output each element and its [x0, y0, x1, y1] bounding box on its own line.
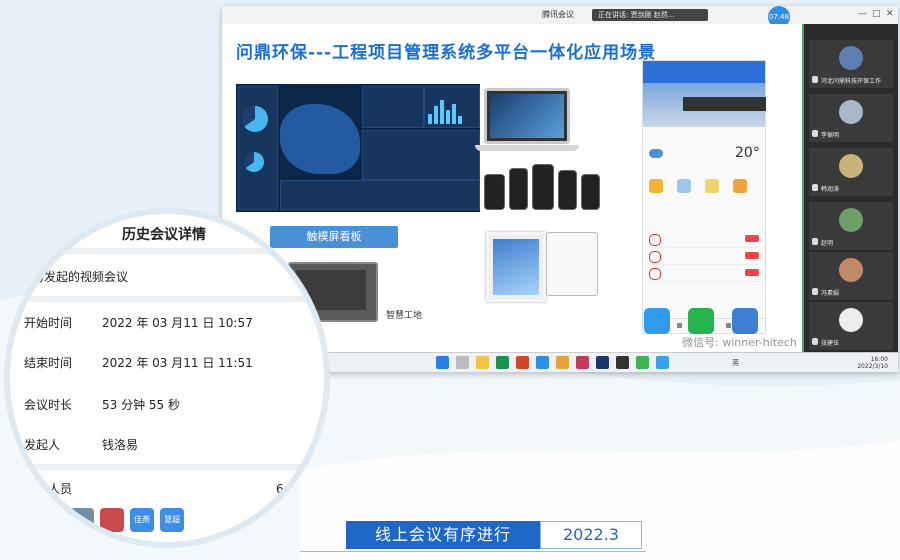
excel-icon[interactable]: [496, 356, 509, 369]
wechat-icon: [688, 308, 714, 334]
browser-icon[interactable]: [536, 356, 549, 369]
cloud-icon: [649, 149, 663, 158]
powerpoint-icon[interactable]: [516, 356, 529, 369]
mobile-speaking-tip: [683, 97, 766, 111]
meeting-window: 腾讯会议 正在讲话: 贾剑刚 赵然... 07:48 — □ ✕ 问鼎环保---…: [222, 6, 898, 372]
participant-tile[interactable]: 张建伍: [809, 302, 893, 350]
attendee-avatars: 佳燕 慧超: [40, 508, 184, 532]
start-time-row: 开始时间 2022 年 03 月11 日 10:57: [24, 316, 253, 330]
folder-icon[interactable]: [476, 356, 489, 369]
meeting-subject: 易发起的视频会议: [32, 270, 129, 284]
caption-text: 线上会议有序进行: [346, 521, 540, 549]
chrome-icon[interactable]: [556, 356, 569, 369]
feishu-icon: [644, 308, 670, 334]
taskbar-icons: [436, 356, 669, 369]
maximize-icon[interactable]: □: [872, 9, 881, 19]
china-map: [280, 104, 360, 174]
participant-panel: 河北问鼎科技环保工作 李振明 韩润涛 赵明 冯素娟 张建伍: [804, 24, 898, 352]
participant-tile[interactable]: 河北问鼎科技环保工作: [809, 40, 893, 88]
tablet-image: [472, 230, 602, 302]
app-icon[interactable]: [616, 356, 629, 369]
caption-year: 2022.3: [540, 521, 642, 549]
caption-underline: [300, 551, 646, 552]
app-icon[interactable]: [576, 356, 589, 369]
history-meeting-zoom: 历史会议详情 易发起的视频会议 开始时间 2022 年 03 月11 日 10:5…: [4, 208, 330, 548]
slide-title: 问鼎环保---工程项目管理系统多平台一体化应用场景: [236, 43, 657, 63]
avatar[interactable]: 慧超: [160, 508, 184, 532]
dashboard-screenshot: [236, 84, 480, 212]
organizer-row: 发起人 钱洛易: [24, 438, 139, 452]
touch-screen-button[interactable]: 触模屏看板: [270, 226, 398, 248]
wechat-watermark: 微信号: winner-hitech: [682, 336, 797, 349]
avatar[interactable]: [100, 508, 124, 532]
duration-row: 会议时长 53 分钟 55 秒: [24, 398, 180, 412]
speaking-indicator[interactable]: 正在讲话: 贾剑刚 赵然...: [592, 9, 708, 21]
participant-tile[interactable]: 李振明: [809, 94, 893, 142]
end-time-row: 结束时间 2022 年 03 月11 日 11:51: [24, 356, 253, 370]
phones-image: [484, 162, 600, 210]
mobile-temperature: 20°: [735, 145, 760, 161]
avatar[interactable]: 佳燕: [130, 508, 154, 532]
meeting-icon[interactable]: [656, 356, 669, 369]
photoshop-icon[interactable]: [596, 356, 609, 369]
minimize-icon[interactable]: —: [858, 9, 867, 19]
participant-tile[interactable]: 韩润涛: [809, 148, 893, 196]
app-icons: [644, 308, 758, 334]
search-icon[interactable]: [456, 356, 469, 369]
laptop-image: [475, 88, 579, 151]
meeting-title-bar: 腾讯会议 正在讲话: 贾剑刚 赵然... 07:48 — □ ✕: [222, 6, 898, 28]
mobile-app-mockup: 20°: [642, 60, 766, 334]
avatar[interactable]: [40, 508, 64, 532]
participant-tile[interactable]: 赵明: [809, 202, 893, 250]
history-title: 历史会议详情: [122, 227, 206, 243]
attendees-count: 6人: [276, 482, 296, 496]
input-method-indicator[interactable]: 英: [732, 358, 739, 368]
taskbar-clock[interactable]: 16:00 2022/3/10: [857, 356, 888, 370]
app-title: 腾讯会议: [542, 10, 574, 19]
windows-start-icon[interactable]: [436, 356, 449, 369]
wenthing-app-icon: [732, 308, 758, 334]
attendees-label: 会人员: [36, 482, 73, 496]
avatar[interactable]: [70, 508, 94, 532]
worksite-label: 智慧工地: [386, 311, 423, 321]
close-icon[interactable]: ✕: [886, 9, 894, 19]
participant-tile[interactable]: 冯素娟: [809, 252, 893, 300]
wechat-icon[interactable]: [636, 356, 649, 369]
